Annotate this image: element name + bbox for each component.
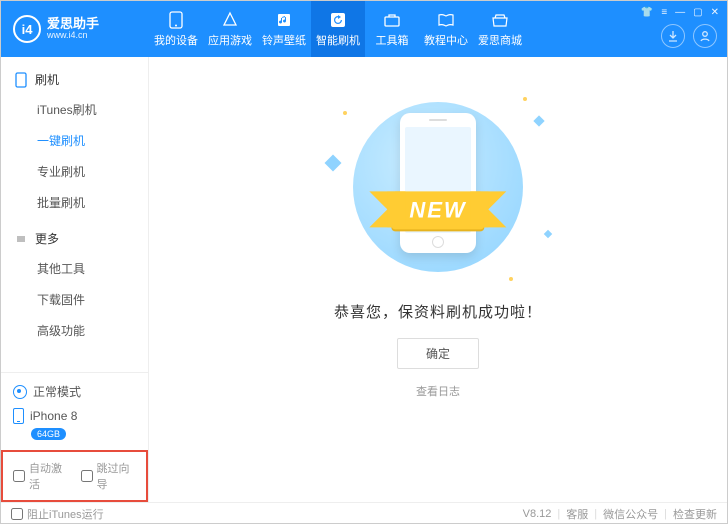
apps-icon: [221, 11, 239, 29]
sidebar-item-other-tools[interactable]: 其他工具: [1, 253, 148, 284]
nav-label: 智能刷机: [316, 32, 360, 48]
nav-my-devices[interactable]: 我的设备: [149, 1, 203, 57]
nav-ringtones[interactable]: 铃声壁纸: [257, 1, 311, 57]
sidebar-device-panel: 正常模式 iPhone 8 64GB: [1, 372, 148, 450]
sidebar-item-itunes-flash[interactable]: iTunes刷机: [1, 94, 148, 125]
close-button[interactable]: ✕: [711, 7, 719, 18]
brand: i4 爱思助手 www.i4.cn: [1, 1, 149, 57]
nav-label: 教程中心: [424, 32, 468, 48]
wechat-link[interactable]: 微信公众号: [603, 506, 658, 522]
skin-button[interactable]: 👕: [641, 7, 653, 18]
sidebar-section-more: 更多: [1, 224, 148, 253]
phone-icon: [167, 11, 185, 29]
nav-flash[interactable]: 智能刷机: [311, 1, 365, 57]
storage-badge: 64GB: [31, 428, 66, 440]
top-nav: 我的设备 应用游戏 铃声壁纸 智能刷机 工具箱 教程中心 爱思商城: [149, 1, 633, 57]
device-name: iPhone 8: [30, 409, 77, 423]
check-update-link[interactable]: 检查更新: [673, 506, 717, 522]
skip-guide-checkbox[interactable]: 跳过向导: [81, 460, 137, 492]
brand-title: 爱思助手: [47, 17, 99, 31]
sidebar-item-advanced[interactable]: 高级功能: [1, 315, 148, 346]
device-phone-icon: [13, 408, 24, 424]
sidebar-item-download-fw[interactable]: 下载固件: [1, 284, 148, 315]
nav-apps[interactable]: 应用游戏: [203, 1, 257, 57]
section-title: 更多: [35, 230, 59, 247]
brand-logo-icon: i4: [13, 15, 41, 43]
block-itunes-label: 阻止iTunes运行: [27, 506, 104, 522]
status-bar: 阻止iTunes运行 V8.12 | 客服 | 微信公众号 | 检查更新: [1, 502, 727, 524]
main-panel: NEW 恭喜您，保资料刷机成功啦！ 确定 查看日志: [149, 57, 727, 502]
confirm-button[interactable]: 确定: [397, 338, 479, 369]
flash-options: 自动激活 跳过向导: [1, 450, 148, 502]
nav-tutorials[interactable]: 教程中心: [419, 1, 473, 57]
mode-icon: [13, 385, 27, 399]
user-button[interactable]: [693, 24, 717, 48]
top-right: 👕 ≡ — ▢ ✕: [633, 1, 727, 57]
version-label: V8.12: [523, 508, 552, 520]
nav-label: 铃声壁纸: [262, 32, 306, 48]
device-name-row[interactable]: iPhone 8: [13, 408, 136, 424]
nav-store[interactable]: 爱思商城: [473, 1, 527, 57]
auto-activate-checkbox[interactable]: 自动激活: [13, 460, 69, 492]
success-illustration: NEW: [323, 87, 553, 287]
view-log-link[interactable]: 查看日志: [416, 383, 460, 399]
refresh-icon: [329, 11, 347, 29]
menu-button[interactable]: ≡: [661, 7, 667, 18]
minimize-button[interactable]: —: [675, 7, 685, 18]
sidebar-item-pro-flash[interactable]: 专业刷机: [1, 156, 148, 187]
window-controls: 👕 ≡ — ▢ ✕: [633, 1, 727, 24]
nav-label: 我的设备: [154, 32, 198, 48]
top-right-circles: [651, 24, 727, 48]
maximize-button[interactable]: ▢: [693, 7, 702, 18]
music-icon: [275, 11, 293, 29]
flash-section-icon: [15, 72, 29, 88]
title-bar: i4 爱思助手 www.i4.cn 我的设备 应用游戏 铃声壁纸 智能刷机 工具…: [1, 1, 727, 57]
download-button[interactable]: [661, 24, 685, 48]
support-link[interactable]: 客服: [566, 506, 588, 522]
new-ribbon: NEW: [391, 191, 484, 229]
nav-label: 爱思商城: [478, 32, 522, 48]
block-itunes-checkbox[interactable]: 阻止iTunes运行: [11, 506, 104, 522]
sidebar-item-oneclick-flash[interactable]: 一键刷机: [1, 125, 148, 156]
store-icon: [491, 11, 509, 29]
book-icon: [437, 11, 455, 29]
sidebar: 刷机 iTunes刷机 一键刷机 专业刷机 批量刷机 更多 其他工具 下载固件 …: [1, 57, 149, 502]
device-mode[interactable]: 正常模式: [13, 383, 136, 400]
toolbox-icon: [383, 11, 401, 29]
section-title: 刷机: [35, 71, 59, 88]
skip-guide-label: 跳过向导: [97, 460, 137, 492]
more-section-icon: [15, 233, 29, 245]
phone-illustration-icon: [400, 113, 476, 253]
auto-activate-label: 自动激活: [29, 460, 69, 492]
sidebar-section-flash: 刷机: [1, 65, 148, 94]
success-message: 恭喜您，保资料刷机成功啦！: [334, 301, 542, 322]
nav-toolbox[interactable]: 工具箱: [365, 1, 419, 57]
brand-url: www.i4.cn: [47, 31, 99, 41]
nav-label: 应用游戏: [208, 32, 252, 48]
nav-label: 工具箱: [376, 32, 409, 48]
sidebar-item-batch-flash[interactable]: 批量刷机: [1, 187, 148, 218]
mode-label: 正常模式: [33, 383, 81, 400]
